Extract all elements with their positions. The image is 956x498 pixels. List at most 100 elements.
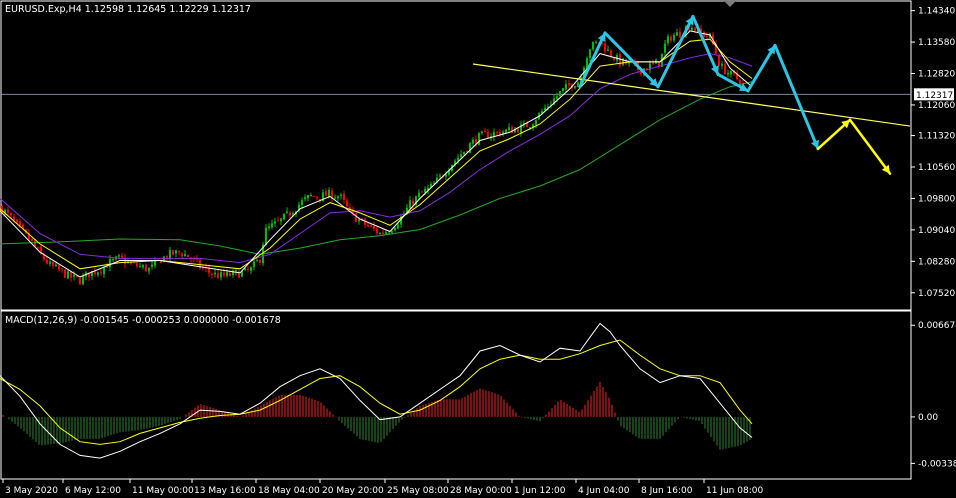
candle-body bbox=[505, 129, 507, 133]
candle-body bbox=[13, 216, 15, 221]
candle-body bbox=[265, 227, 267, 246]
candle-body bbox=[97, 272, 99, 275]
candle-body bbox=[703, 32, 705, 37]
time-axis-tick-label: 20 May 20:00 bbox=[322, 486, 384, 496]
price-axis-tick-label: 1.13580 bbox=[918, 38, 955, 48]
candle-body bbox=[613, 57, 615, 60]
candle-body bbox=[445, 174, 447, 177]
candle-body bbox=[559, 91, 561, 96]
candle-body bbox=[592, 42, 594, 50]
candle-body bbox=[274, 221, 276, 224]
candle-body bbox=[82, 275, 84, 285]
candle-body bbox=[382, 232, 384, 234]
candle-body bbox=[397, 224, 399, 229]
candle-body bbox=[379, 232, 381, 235]
candle-body bbox=[364, 219, 366, 225]
candle-body bbox=[121, 255, 123, 258]
time-axis-tick-label: 28 May 00:00 bbox=[450, 486, 512, 496]
candle-body bbox=[271, 223, 273, 228]
candle-body bbox=[217, 273, 219, 279]
time-axis-tick-label: 18 May 04:00 bbox=[258, 486, 320, 496]
candle-body bbox=[739, 80, 741, 85]
candle-body bbox=[574, 86, 576, 89]
candle-body bbox=[478, 133, 480, 146]
price-axis-tick-label: 1.12820 bbox=[918, 70, 955, 80]
candle-body bbox=[607, 49, 609, 52]
candle-body bbox=[439, 175, 441, 177]
candle-body bbox=[718, 54, 720, 67]
chart-background bbox=[0, 0, 956, 498]
candle-body bbox=[136, 263, 138, 267]
candle-body bbox=[211, 273, 213, 275]
candle-body bbox=[79, 278, 81, 285]
candle-body bbox=[280, 218, 282, 222]
candle-body bbox=[52, 261, 54, 266]
candle-body bbox=[694, 27, 696, 31]
candle-body bbox=[307, 195, 309, 199]
candle-body bbox=[184, 254, 186, 257]
candle-body bbox=[346, 200, 348, 207]
candle-body bbox=[220, 272, 222, 278]
candle-body bbox=[112, 258, 114, 260]
candle-body bbox=[340, 194, 342, 196]
candle-body bbox=[259, 260, 261, 263]
candle-body bbox=[706, 35, 708, 37]
candle-body bbox=[46, 259, 48, 264]
candle-body bbox=[142, 265, 144, 268]
candle-body bbox=[676, 32, 678, 36]
candle-body bbox=[301, 200, 303, 205]
candle-body bbox=[229, 272, 231, 276]
candle-body bbox=[391, 231, 393, 233]
candle-body bbox=[304, 197, 306, 200]
candle-body bbox=[367, 224, 369, 226]
candle-body bbox=[235, 270, 237, 272]
candle-body bbox=[73, 274, 75, 277]
candle-body bbox=[325, 191, 327, 197]
candle-body bbox=[565, 84, 567, 90]
candle-body bbox=[355, 213, 357, 223]
trading-chart: 1.14340 1.13580 1.12820 1.12060 1.11320 1.105… bbox=[0, 0, 956, 498]
candle-body bbox=[679, 31, 681, 38]
price-axis-tick-label: 1.09800 bbox=[918, 194, 955, 204]
candle-body bbox=[109, 259, 111, 268]
candle-body bbox=[118, 255, 120, 257]
candle-body bbox=[376, 228, 378, 234]
candle-body bbox=[247, 269, 249, 271]
candle-body bbox=[418, 192, 420, 198]
time-axis-tick-label: 13 May 16:00 bbox=[194, 486, 256, 496]
candle-body bbox=[472, 139, 474, 144]
candle-body bbox=[595, 41, 597, 43]
candle-body bbox=[313, 195, 315, 197]
candle-body bbox=[19, 221, 21, 226]
candle-body bbox=[250, 267, 252, 272]
candle-body bbox=[226, 271, 228, 276]
candle-body bbox=[175, 250, 177, 254]
candle-body bbox=[691, 27, 693, 31]
candle-body bbox=[67, 271, 69, 279]
candle-body bbox=[556, 96, 558, 99]
candle-body bbox=[328, 190, 330, 197]
candle-body bbox=[460, 154, 462, 157]
candle-body bbox=[667, 36, 669, 44]
candle-body bbox=[373, 226, 375, 229]
candle-body bbox=[283, 213, 285, 220]
candle-body bbox=[268, 226, 270, 229]
candle-body bbox=[421, 191, 423, 193]
macd-axis-tick-label: 0.00 bbox=[918, 413, 938, 423]
candle-body bbox=[334, 197, 336, 199]
time-axis-tick-label: 6 May 12:00 bbox=[65, 486, 121, 496]
candle-body bbox=[16, 219, 18, 222]
macd-chart-title: MACD(12,26,9) -0.001545 -0.000253 0.0000… bbox=[5, 315, 281, 326]
price-axis-tick-label: 1.11320 bbox=[918, 132, 955, 142]
candle-body bbox=[535, 120, 537, 125]
candle-body bbox=[169, 249, 171, 259]
candle-body bbox=[337, 196, 339, 199]
candle-body bbox=[670, 36, 672, 41]
candle-body bbox=[256, 260, 258, 262]
time-axis-tick-label: 1 Jun 12:00 bbox=[514, 486, 566, 496]
time-axis-tick-label: 11 May 00:00 bbox=[132, 486, 194, 496]
candle-body bbox=[664, 43, 666, 53]
candle-body bbox=[187, 254, 189, 257]
candle-body bbox=[61, 268, 63, 270]
candle-body bbox=[496, 131, 498, 133]
